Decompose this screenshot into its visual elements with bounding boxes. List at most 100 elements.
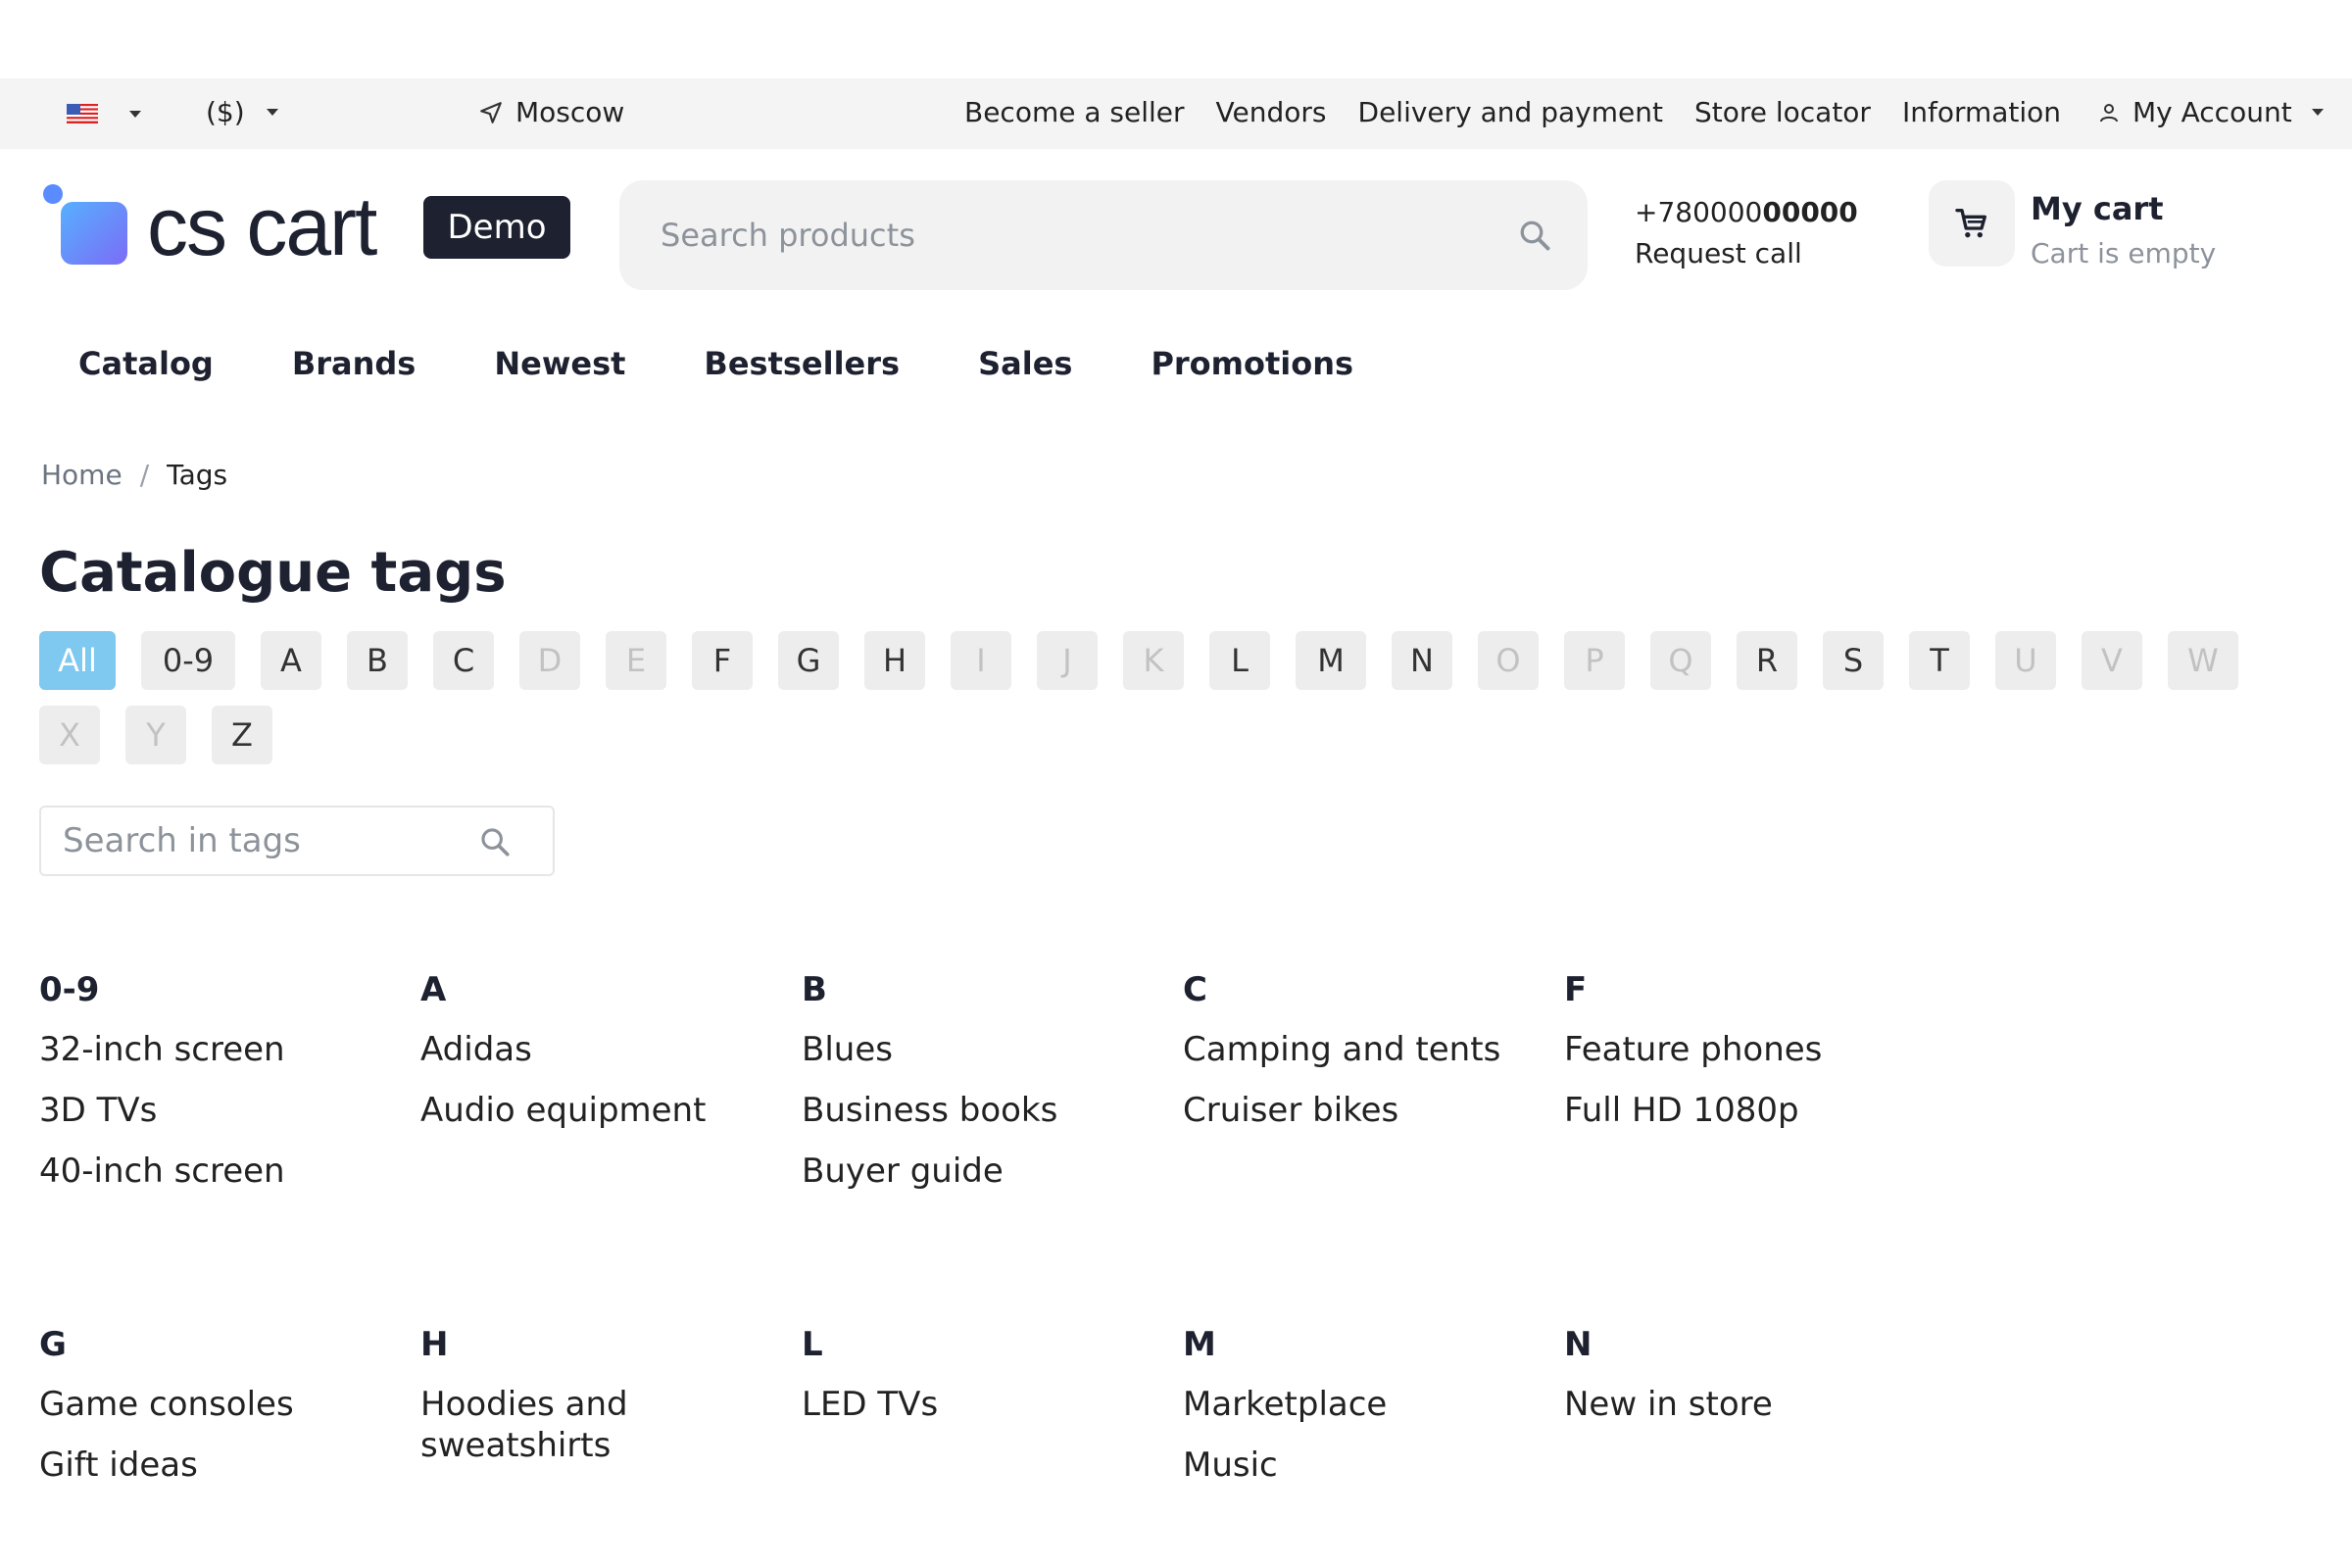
tag-link[interactable]: Game consoles (39, 1384, 392, 1425)
tag-link[interactable]: Feature phones (1564, 1029, 1917, 1070)
tag-group: A Adidas Audio equipment (420, 964, 773, 1151)
alphabet-filter-g[interactable]: G (778, 631, 839, 690)
logo-text: cs cart (147, 180, 377, 272)
link-delivery-payment[interactable]: Delivery and payment (1358, 96, 1663, 128)
tag-link[interactable]: Business books (802, 1090, 1154, 1131)
tag-link[interactable]: Marketplace (1183, 1384, 1536, 1425)
tag-link[interactable]: Hoodies and sweatshirts (420, 1384, 773, 1466)
alphabet-filter-b[interactable]: B (347, 631, 408, 690)
user-icon (2100, 103, 2118, 122)
currency-label: ($) (206, 96, 245, 128)
alphabet-filter-f[interactable]: F (692, 631, 753, 690)
account-chevron-down-icon (2311, 109, 2324, 116)
tag-link[interactable]: Full HD 1080p (1564, 1090, 1917, 1131)
nav-brands[interactable]: Brands (292, 345, 416, 382)
top-bar: ($) Moscow Become a seller Vendors Deliv… (0, 78, 2352, 149)
alphabet-filter-o: O (1478, 631, 1539, 690)
location-selector[interactable]: Moscow (478, 96, 624, 128)
link-store-locator[interactable]: Store locator (1694, 96, 1871, 128)
alphabet-filter-z[interactable]: Z (212, 706, 272, 764)
link-information[interactable]: Information (1902, 96, 2061, 128)
currency-selector[interactable]: ($) (206, 96, 278, 128)
alphabet-filter-t[interactable]: T (1909, 631, 1970, 690)
nav-bestsellers[interactable]: Bestsellers (704, 345, 900, 382)
tag-search-input[interactable] (63, 821, 474, 860)
language-chevron-down-icon[interactable] (129, 111, 141, 118)
tag-group-letter: B (802, 970, 827, 1009)
tag-group-letter: N (1564, 1325, 1592, 1364)
cart-summary[interactable]: My cart Cart is empty (2031, 186, 2216, 276)
tag-link[interactable]: Adidas (420, 1029, 773, 1070)
alphabet-filter-e: E (606, 631, 666, 690)
tag-link[interactable]: 3D TVs (39, 1090, 392, 1131)
tag-group-letter: 0-9 (39, 970, 100, 1009)
alphabet-filter-s[interactable]: S (1823, 631, 1884, 690)
tag-group: N New in store (1564, 1319, 1917, 1445)
tag-link[interactable]: 32-inch screen (39, 1029, 392, 1070)
breadcrumb-separator: / (139, 459, 150, 491)
tag-link[interactable]: Audio equipment (420, 1090, 773, 1131)
cart-title: My cart (2031, 190, 2164, 227)
tag-link[interactable]: Music (1183, 1445, 1536, 1486)
cart-icon (1955, 209, 1986, 238)
tag-link[interactable]: LED TVs (802, 1384, 1154, 1425)
store-logo[interactable]: cs cart (39, 180, 392, 272)
nav-catalog[interactable]: Catalog (78, 345, 214, 382)
alphabet-filter-r[interactable]: R (1737, 631, 1797, 690)
location-label: Moscow (515, 96, 625, 128)
tag-group: G Game consoles Gift ideas (39, 1319, 392, 1505)
page-title: Catalogue tags (39, 541, 507, 605)
cart-status: Cart is empty (2031, 237, 2217, 270)
link-become-seller[interactable]: Become a seller (964, 96, 1185, 128)
alphabet-filter-w: W (2168, 631, 2238, 690)
alphabet-filter-d: D (519, 631, 580, 690)
nav-promotions[interactable]: Promotions (1151, 345, 1353, 382)
tag-link[interactable]: Gift ideas (39, 1445, 392, 1486)
cart-button[interactable] (1929, 180, 2015, 267)
alphabet-filter-c[interactable]: C (433, 631, 494, 690)
alphabet-filter-h[interactable]: H (864, 631, 925, 690)
tag-group: H Hoodies and sweatshirts (420, 1319, 773, 1486)
tag-link[interactable]: Camping and tents (1183, 1029, 1536, 1070)
breadcrumb: Home / Tags (41, 459, 227, 491)
alphabet-filter-0-9[interactable]: 0-9 (141, 631, 235, 690)
phone-number[interactable]: +78000000000 (1635, 192, 1858, 233)
search-icon[interactable] (1517, 218, 1552, 253)
tag-group-letter: H (420, 1325, 449, 1364)
tag-link[interactable]: Buyer guide (802, 1151, 1154, 1192)
us-flag-icon[interactable] (67, 104, 98, 123)
tag-group: B Blues Business books Buyer guide (802, 964, 1154, 1211)
tag-group: M Marketplace Music (1183, 1319, 1536, 1505)
navigation-arrow-icon (480, 101, 502, 123)
tag-link[interactable]: Cruiser bikes (1183, 1090, 1536, 1131)
tag-group: C Camping and tents Cruiser bikes (1183, 964, 1536, 1151)
search-icon[interactable] (478, 825, 512, 858)
search-input[interactable] (661, 217, 1464, 254)
tag-link[interactable]: 40-inch screen (39, 1151, 392, 1192)
currency-chevron-down-icon (266, 109, 278, 116)
tag-link[interactable]: New in store (1564, 1384, 1917, 1425)
link-vendors[interactable]: Vendors (1216, 96, 1327, 128)
tag-group: 0-9 32-inch screen 3D TVs 40-inch screen (39, 964, 392, 1211)
alphabet-filter-x: X (39, 706, 100, 764)
alphabet-filter-q: Q (1650, 631, 1711, 690)
my-account-menu[interactable]: My Account (2097, 96, 2324, 128)
demo-badge: Demo (423, 196, 570, 259)
breadcrumb-current: Tags (167, 459, 228, 491)
alphabet-filter-l[interactable]: L (1209, 631, 1270, 690)
alphabet-filter-a[interactable]: A (261, 631, 321, 690)
alphabet-filter-i: I (951, 631, 1011, 690)
tag-link[interactable]: Blues (802, 1029, 1154, 1070)
request-call-link[interactable]: Request call (1635, 233, 1858, 274)
alphabet-filter-m[interactable]: M (1296, 631, 1366, 690)
nav-sales[interactable]: Sales (978, 345, 1072, 382)
alphabet-filter-y: Y (125, 706, 186, 764)
my-account-label: My Account (2132, 96, 2292, 128)
tag-group-letter: A (420, 970, 447, 1009)
nav-newest[interactable]: Newest (494, 345, 625, 382)
alphabet-filter-all[interactable]: All (39, 631, 116, 690)
alphabet-filter-n[interactable]: N (1392, 631, 1452, 690)
logo-square (61, 202, 127, 265)
alphabet-filter-u: U (1995, 631, 2056, 690)
breadcrumb-home[interactable]: Home (41, 459, 122, 491)
